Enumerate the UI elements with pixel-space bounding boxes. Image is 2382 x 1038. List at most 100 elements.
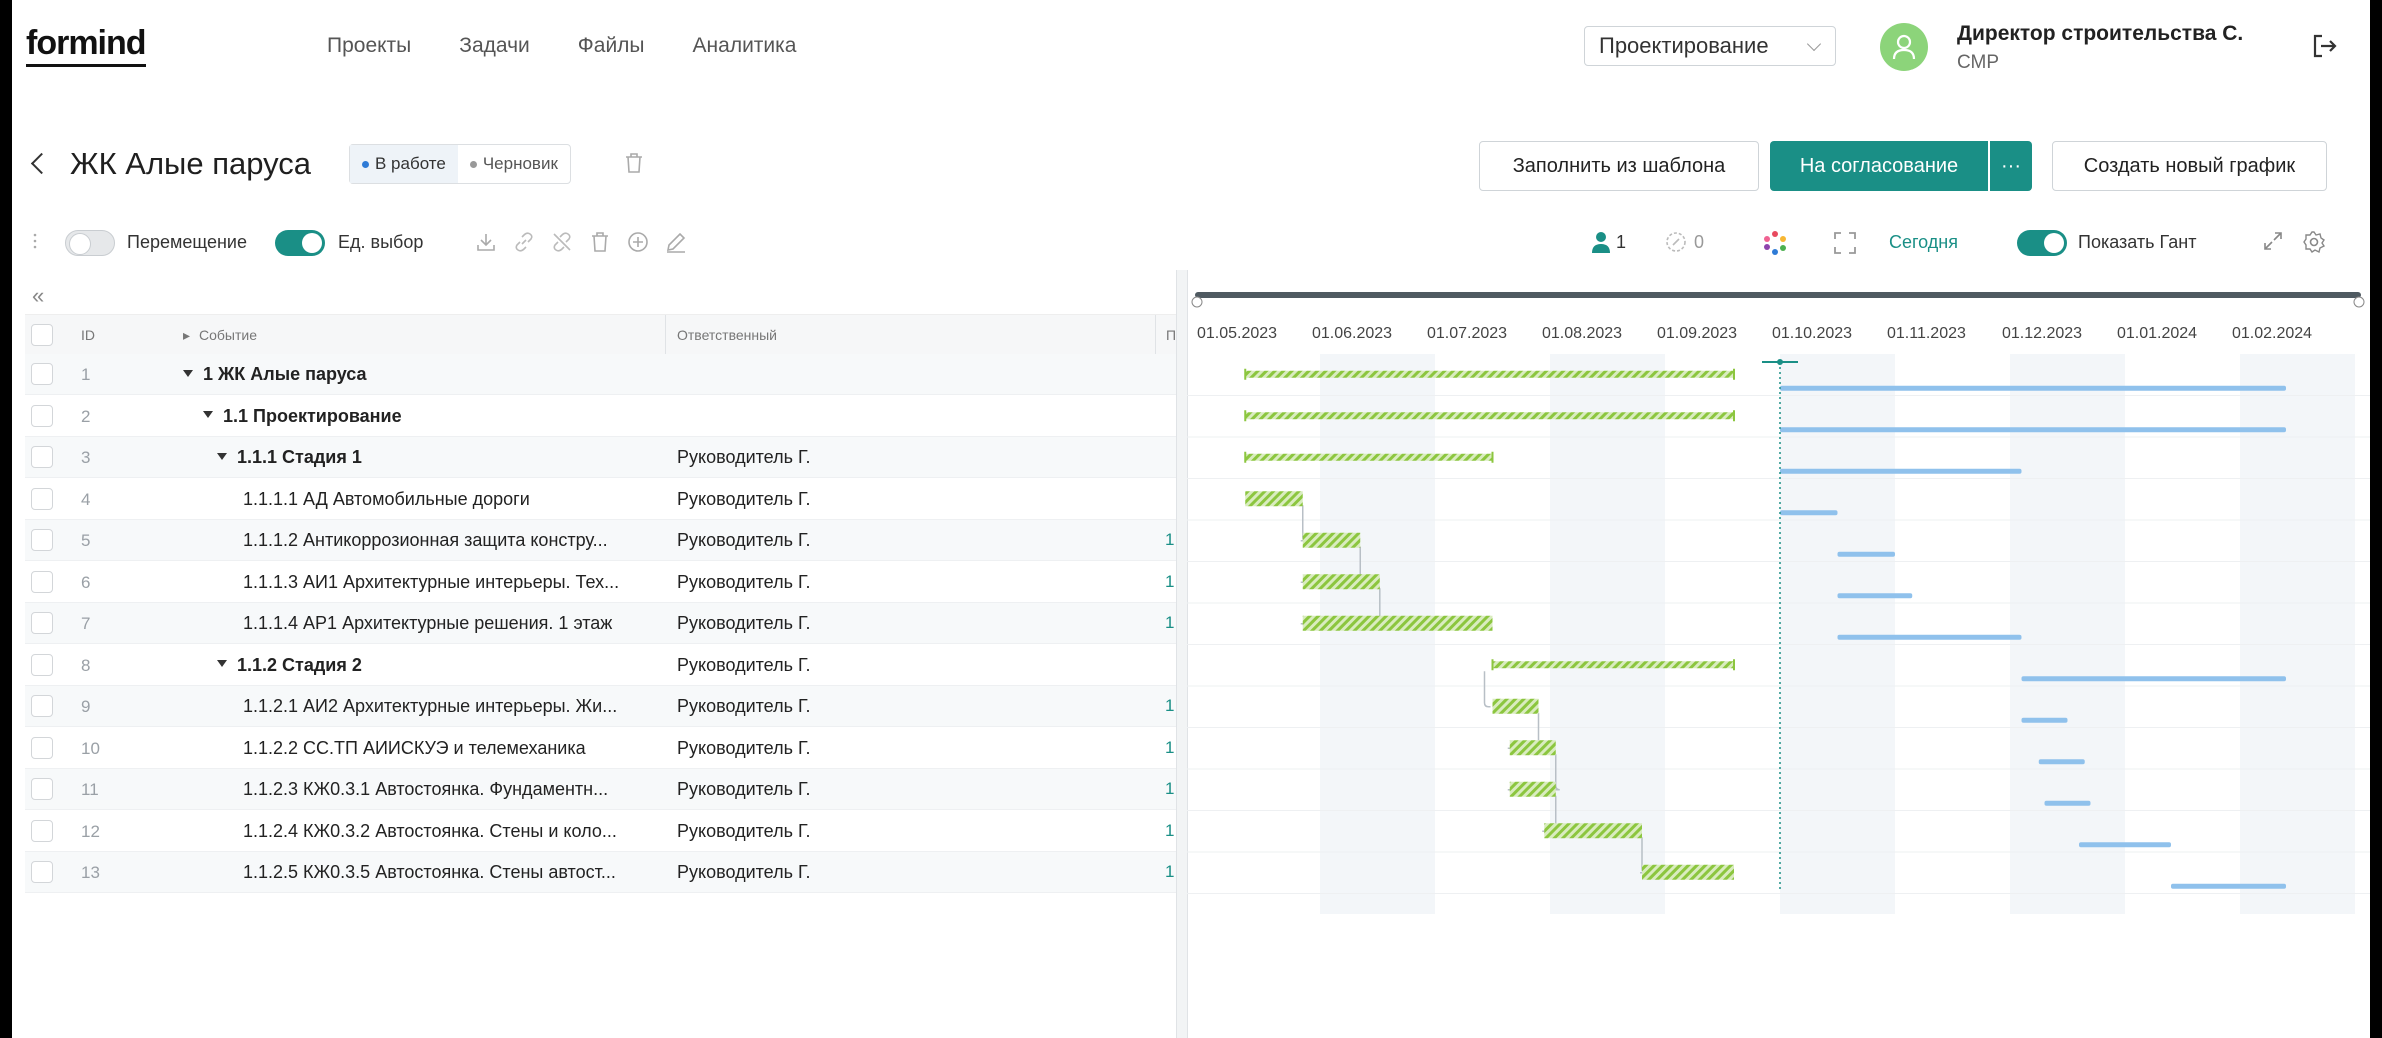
row-name[interactable]: 1.1.2 Стадия 2 <box>217 655 362 676</box>
expand-triangle-icon[interactable] <box>217 452 227 460</box>
today-button[interactable]: Сегодня <box>1889 232 1958 253</box>
fit-screen-icon[interactable] <box>1832 230 1858 256</box>
row-name[interactable]: 1.1.2.5 КЖ0.3.5 Автостоянка. Стены автос… <box>243 862 616 883</box>
nav-projects[interactable]: Проекты <box>327 34 411 58</box>
plan-summary-cap <box>1733 659 1735 671</box>
row-responsible: Руководитель Г. <box>677 696 811 716</box>
link-chain-icon[interactable] <box>1664 230 1688 254</box>
table-row[interactable]: 12 1.1.2.4 КЖ0.3.2 Автостоянка. Стены и к… <box>25 811 1189 852</box>
month-label: 01.05.2023 <box>1197 325 1277 342</box>
col-event[interactable]: Событие <box>199 327 257 343</box>
logo[interactable]: formind <box>26 24 147 67</box>
status-active[interactable]: В работе <box>350 145 458 183</box>
row-id: 1 <box>81 365 91 384</box>
row-name[interactable]: 1.1.2.4 КЖ0.3.2 Автостоянка. Стены и кол… <box>243 821 617 842</box>
nav-analytics[interactable]: Аналитика <box>693 34 797 58</box>
row-name[interactable]: 1.1.1.3 АИ1 Архитектурные интерьеры. Тех… <box>243 572 619 593</box>
row-checkbox[interactable] <box>31 861 53 883</box>
table-row[interactable]: 2 1.1 Проектирование <box>25 396 1185 437</box>
row-checkbox[interactable] <box>31 778 53 800</box>
row-name[interactable]: 1.1.2.3 КЖ0.3.1 Автостоянка. Фундаментн.… <box>243 779 608 800</box>
create-schedule-button[interactable]: Создать новый график <box>2052 141 2327 191</box>
people-count: 1 <box>1616 232 1627 252</box>
row-name[interactable]: 1.1 Проектирование <box>203 406 402 427</box>
plan-summary-cap <box>1491 451 1494 463</box>
col-responsible[interactable]: Ответственный <box>677 327 777 343</box>
row-checkbox[interactable] <box>31 736 53 759</box>
project-selector[interactable]: Проектирование <box>1584 26 1836 66</box>
col-event-expand-icon[interactable]: ▸ <box>183 327 190 344</box>
color-palette-icon[interactable] <box>1762 230 1788 256</box>
row-name[interactable]: 1 ЖК Алые паруса <box>183 364 367 385</box>
month-band <box>1780 354 1895 914</box>
row-name[interactable]: 1.1.1.2 Антикоррозионная защита констру.… <box>243 530 608 551</box>
status-switch[interactable]: В работе Черновик <box>349 144 571 184</box>
table-row[interactable]: 11 1.1.2.3 КЖ0.3.1 Автостоянка. Фундамент… <box>25 769 1189 810</box>
row-responsible: Руководитель Г. <box>677 447 811 467</box>
nav-tasks[interactable]: Задачи <box>459 34 530 58</box>
scroll-handle-right[interactable] <box>2353 296 2365 308</box>
person-icon[interactable] <box>1590 230 1612 254</box>
table-row[interactable]: 9 1.1.2.1 АИ2 Архитектурные интерьеры. Жи… <box>25 686 1189 727</box>
row-checkbox[interactable] <box>31 653 53 676</box>
expand-triangle-icon[interactable] <box>217 660 227 668</box>
table-row[interactable]: 4 1.1.1.1 АД Автомобильные дороги Руководи… <box>25 479 1185 520</box>
row-checkbox[interactable] <box>31 570 53 593</box>
plan-summary-cap <box>1244 451 1247 463</box>
row-name[interactable]: 1.1.2.1 АИ2 Архитектурные интерьеры. Жи.… <box>243 696 617 717</box>
drag-handle-icon[interactable] <box>33 233 37 249</box>
collapse-panel-icon[interactable]: « <box>32 283 44 309</box>
month-label: 01.01.2024 <box>2117 325 2197 342</box>
row-checkbox[interactable] <box>31 446 53 468</box>
row-name[interactable]: 1.1.1 Стадия 1 <box>217 447 362 468</box>
row-checkbox[interactable] <box>31 529 53 551</box>
move-toggle[interactable] <box>65 230 115 256</box>
month-label: 01.12.2023 <box>2002 325 2082 342</box>
actual-bar <box>2171 883 2286 889</box>
table-row[interactable]: 6 1.1.1.3 АИ1 Архитектурные интерьеры. Те… <box>25 562 1189 603</box>
row-checkbox[interactable] <box>31 695 53 717</box>
expand-triangle-icon[interactable] <box>183 369 193 377</box>
more-button[interactable]: ··· <box>1990 141 2032 191</box>
nav-files[interactable]: Файлы <box>578 34 645 58</box>
col-id[interactable]: ID <box>81 327 95 343</box>
row-checkbox[interactable] <box>31 487 53 510</box>
row-checkbox[interactable] <box>31 819 53 842</box>
download-icon[interactable] <box>474 230 498 254</box>
expand-triangle-icon[interactable] <box>203 411 213 419</box>
expand-icon[interactable] <box>2262 230 2284 252</box>
send-approval-button[interactable]: На согласование <box>1770 141 1988 191</box>
table-row[interactable]: 10 1.1.2.2 СС.ТП АИИСКУЭ и телемеханика Ру… <box>25 728 1189 769</box>
logout-icon[interactable] <box>2310 32 2338 60</box>
row-checkbox[interactable] <box>31 404 53 427</box>
avatar[interactable] <box>1880 23 1928 71</box>
select-all-checkbox[interactable] <box>31 324 53 346</box>
row-name[interactable]: 1.1.2.2 СС.ТП АИИСКУЭ и телемеханика <box>243 738 586 759</box>
link-icon[interactable] <box>512 230 536 254</box>
table-row[interactable]: 13 1.1.2.5 КЖ0.3.5 Автостоянка. Стены авт… <box>25 852 1189 893</box>
add-circle-icon[interactable] <box>626 230 650 254</box>
single-select-toggle[interactable] <box>275 230 325 256</box>
back-icon[interactable] <box>30 152 53 175</box>
table-row[interactable]: 3 1.1.1 Стадия 1 Руководитель Г. <box>25 437 1185 478</box>
table-row[interactable]: 8 1.1.2 Стадия 2 Руководитель Г. <box>25 645 1185 686</box>
table-row[interactable]: 5 1.1.1.2 Антикоррозионная защита констру… <box>25 520 1189 561</box>
gantt-svg: 01.05.2023 01.06.2023 01.07.2023 01.08.2023… <box>1187 292 2370 914</box>
fill-template-button[interactable]: Заполнить из шаблона <box>1479 141 1759 191</box>
unlink-icon[interactable] <box>550 230 574 254</box>
trash-icon[interactable] <box>588 230 612 254</box>
row-checkbox[interactable] <box>31 363 53 385</box>
table-row[interactable]: 1 1 ЖК Алые паруса <box>25 354 1185 395</box>
gear-icon[interactable] <box>2302 230 2326 254</box>
trash-icon[interactable] <box>624 152 644 174</box>
row-name[interactable]: 1.1.1.1 АД Автомобильные дороги <box>243 489 530 510</box>
table-row[interactable]: 7 1.1.1.4 АР1 Архитектурные решения. 1 эт… <box>25 603 1189 644</box>
scroll-handle-left[interactable] <box>1191 296 1203 308</box>
show-gantt-toggle[interactable] <box>2017 230 2067 256</box>
edit-icon[interactable] <box>664 230 688 254</box>
status-draft[interactable]: Черновик <box>458 145 570 183</box>
row-name[interactable]: 1.1.1.4 АР1 Архитектурные решения. 1 эта… <box>243 613 612 634</box>
row-checkbox[interactable] <box>31 612 53 634</box>
timeline-scrollbar[interactable] <box>1195 292 2361 298</box>
month-label: 01.09.2023 <box>1657 325 1737 342</box>
